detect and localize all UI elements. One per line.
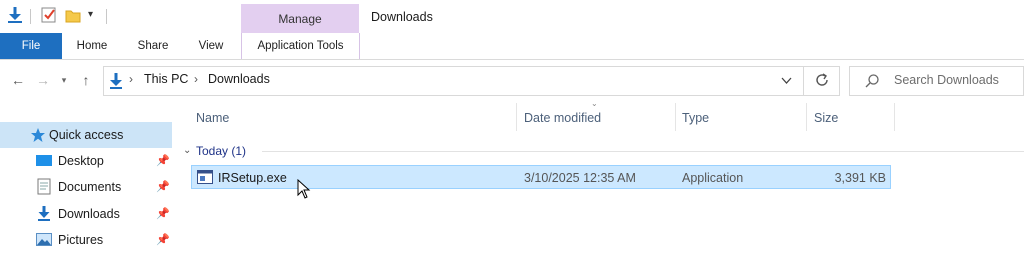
breadcrumb-this-pc[interactable]: This PC [144,72,188,86]
breadcrumb-chevron-icon[interactable]: › [129,72,133,86]
new-folder-icon[interactable] [64,6,82,24]
sort-chevron-icon: ⌄ [591,99,598,108]
window-title: Downloads [371,10,433,24]
tab-view[interactable]: View [188,33,234,59]
column-divider[interactable] [806,103,807,131]
back-arrow-icon[interactable]: ← [10,70,26,90]
column-header-date-modified[interactable]: Date modified [524,111,601,125]
nav-desktop-label: Desktop [58,154,104,168]
refresh-icon[interactable] [814,72,830,88]
pin-icon[interactable]: 📌 [156,233,170,246]
nav-pictures-label: Pictures [58,233,104,247]
downloads-location-icon [110,73,122,89]
column-header-name[interactable]: Name [196,111,229,125]
nav-documents-label: Documents [58,180,122,194]
tab-share[interactable]: Share [128,33,178,59]
search-icon [865,74,879,88]
nav-quick-access-label: Quick access [49,128,124,142]
tab-application-tools[interactable]: Application Tools [241,33,360,59]
column-divider[interactable] [675,103,676,131]
nav-quick-access[interactable]: Quick access [0,122,172,148]
nav-desktop[interactable]: Desktop 📌 [0,148,172,174]
tab-home[interactable]: Home [68,33,116,59]
group-heading-today[interactable]: Today (1) [196,144,246,158]
pin-icon[interactable]: 📌 [156,207,170,220]
column-header-size[interactable]: Size [814,111,838,125]
group-divider [262,151,1024,152]
file-name[interactable]: IRSetup.exe [218,171,287,185]
nav-downloads[interactable]: Downloads 📌 [0,201,172,227]
tab-file[interactable]: File [0,33,62,59]
pictures-icon [36,233,52,246]
address-dropdown-chevron-icon[interactable] [781,77,792,85]
toolbar-divider [30,9,31,24]
downloads-icon [38,206,50,221]
column-divider[interactable] [516,103,517,131]
group-collapse-chevron-icon[interactable]: ⌄ [183,145,191,156]
nav-documents[interactable]: Documents 📌 [0,174,172,200]
download-arrow-icon[interactable] [6,6,24,24]
column-header-type[interactable]: Type [682,111,709,125]
search-placeholder: Search Downloads [894,73,999,87]
desktop-icon [36,155,52,166]
nav-pictures[interactable]: Pictures 📌 [0,227,172,253]
application-file-icon [197,170,213,184]
up-arrow-icon[interactable]: ↑ [78,70,94,90]
breadcrumb-downloads[interactable]: Downloads [208,72,270,86]
mouse-cursor-icon [297,179,311,199]
forward-arrow-icon[interactable]: → [35,70,51,90]
ribbon-divider [0,59,1024,60]
file-type: Application [682,171,744,185]
breadcrumb-chevron-icon[interactable]: › [194,72,198,86]
file-date-modified: 3/10/2025 12:35 AM [524,171,636,185]
recent-locations-chevron-icon[interactable]: ▾ [58,70,70,90]
manage-tab: Manage [241,4,359,33]
toolbar-divider [106,9,107,24]
pin-icon[interactable]: 📌 [156,154,170,167]
file-size: 3,391 KB [834,171,886,185]
documents-icon [37,178,51,195]
pin-icon[interactable]: 📌 [156,180,170,193]
nav-downloads-label: Downloads [58,207,120,221]
column-divider[interactable] [894,103,895,131]
customize-toolbar-chevron-icon[interactable]: ▾ [88,9,93,20]
properties-icon[interactable] [40,6,58,24]
star-icon [31,128,45,142]
